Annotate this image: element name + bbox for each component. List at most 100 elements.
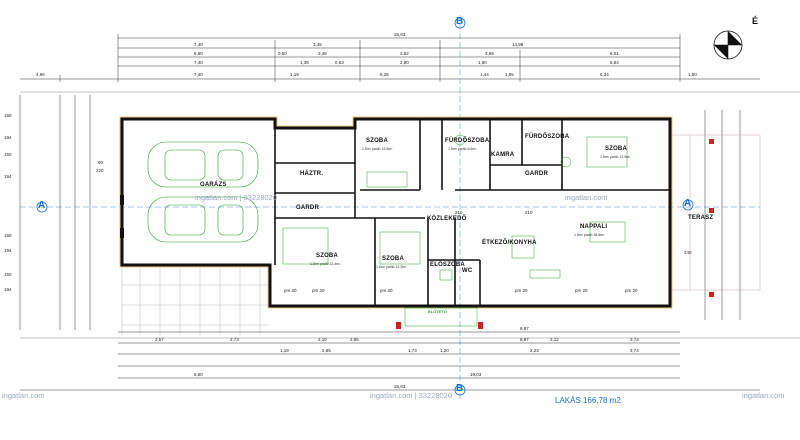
dim-bottom-r3-4: 1,20 [440,348,449,353]
dim-bottom-r3-2: 2,85 [322,348,331,353]
dim-bottom-r2-1: 3,57 [155,337,164,342]
dim-bottom-r2-6: 3,74 [630,337,639,342]
room-terrace-label: TERASZ [688,215,714,221]
room-closet-right-label: GARDR [525,171,548,177]
dim-inner-3: pm 20 [380,288,393,293]
dim-left-6: 194 [4,248,12,253]
dim-bottom-r4-1: 6,80 [194,372,203,377]
canopy-label: ELŐTETŐ [428,309,447,314]
dim-bottom-r2-3: 2,10 [318,337,327,342]
room-pantry-label: KAMRA [491,152,515,158]
room-bedroom-4-sub: 1.8m² padló 13.3m² [376,265,407,269]
dim-top-r4-3: 0,63 [335,60,344,65]
room-bedroom-3-sub: 1.8m² padló 13.4m² [310,262,341,266]
room-closet-left-label: GARDR [296,205,319,211]
room-bedroom-1-label: SZOBA [366,138,388,144]
room-bedroom-right-label: SZOBA [605,146,627,152]
room-garage-label: GARÁZS [200,182,227,188]
room-living-label: NAPPALI [580,224,608,230]
dim-inner-5: pm 20 [575,288,588,293]
floor-plan-drawing [19,15,800,400]
dim-inner-6: pm 20 [625,288,638,293]
dim-left-3: 150 [4,152,12,157]
bottom-dimension-lines [20,331,760,391]
watermark-left-bottom: ingatlan.com [2,391,45,400]
dim-left-4: 194 [4,174,12,179]
dim-bottom-r1-1: 8,97 [520,326,529,331]
dim-top-r5-6: 1,95 [505,72,514,77]
dim-top-r3-3: 3,52 [400,51,409,56]
dim-bottom-r3-1: 1,19 [280,348,289,353]
dim-top-r3-1: 6,50 [194,51,203,56]
watermark-center: ingatlan.com | 33228020 [195,193,278,202]
dim-bottom-r3-5: 2,23 [530,348,539,353]
room-utility-label: HÁZTR. [300,171,324,177]
dim-top-r4-1: 7,40 [194,60,203,65]
room-kitchen-dining-label: ÉTKEZŐ/KONYHA [482,240,537,246]
dim-top-r3-5: 3,69 [485,51,494,56]
axis-b-bottom-label: B [456,383,464,394]
dim-bottom-r3-3: 1,73 [408,348,417,353]
dim-bottom-r3-6: 3,74 [630,348,639,353]
dim-top-r2-1: 7,40 [194,42,203,47]
room-bathroom-1-label: FÜRDŐSZOBA [445,138,490,144]
dim-bottom-r1-2: 8,97 [520,337,529,342]
car-outlines [147,141,259,243]
dim-top-r5-2: 7,40 [194,72,203,77]
dim-bottom-r5-1: 25,83 [394,384,406,389]
insulation-trim [119,116,673,309]
dim-top-r2-3: 14,98 [512,42,524,47]
dim-inner-1: pm 20 [284,288,297,293]
dim-top-r4-6: 6,84 [610,60,619,65]
room-entry-label: ELŐSZOBA [430,262,465,268]
dim-inner-2: pm 20 [312,288,325,293]
dim-left-8: 194 [4,287,12,292]
room-bedroom-3-label: SZOBA [316,253,338,259]
room-living-sub: 1.8m² padló 38.8m² [574,233,605,237]
dim-left-2: 194 [4,135,12,140]
dim-top-r5-5: 1,44 [480,72,489,77]
watermark-right: ingatlan.com [565,193,608,202]
dim-bottom-r2-2: 2,73 [230,337,239,342]
dim-top-r2-2: 3,45 [313,42,322,47]
dim-top-r4-2: 1,36 [300,60,309,65]
dim-top-r3-6: 6,01 [610,51,619,56]
room-bedroom-1-sub: 1.8m² padló 13.5m² [362,147,393,151]
apartment-area-label: LAKÁS 166,78 m2 [555,396,621,405]
terrace [672,134,761,291]
axis-a-left-label: A [38,200,46,211]
dim-inner-4: pm 20 [515,288,528,293]
dim-bottom-r2-5: 3,12 [550,337,559,342]
dim-top-r5-7: 6,34 [600,72,609,77]
watermark-bottom-right: ingatlan.com [742,391,785,400]
room-bedroom-4-label: SZOBA [382,256,404,262]
room-wc-label: WC [462,268,473,274]
dim-inner-9: 240 [684,250,692,255]
dim-inner-11: 90 [98,160,104,165]
left-dimension-lines [19,95,91,330]
dim-top-r3-4: 3,45 [318,51,327,56]
dim-bottom-r2-4: 2,85 [350,337,359,342]
north-label: É [752,16,759,26]
dim-left-1: 150 [4,113,12,118]
dim-top-r3-2: 0,50 [278,51,287,56]
axis-b-top-label: B [456,16,464,27]
dim-left-7: 150 [4,272,12,277]
north-arrow [713,30,743,60]
dim-top-r5-8: 1,50 [688,72,697,77]
dim-bottom-r4-2: 19,03 [470,372,482,377]
dim-inner-7: 210 [455,210,463,215]
red-markers [396,139,714,329]
top-dimension-lines [20,34,760,82]
dim-top-total: 25,83 [394,32,406,37]
dim-inner-8: 210 [525,210,533,215]
exterior-walls [120,117,672,308]
dim-inner-10: 220 [96,168,104,173]
room-hallway-label: KÖZLEKEDŐ [427,216,467,222]
dim-top-r4-5: 1,80 [478,60,487,65]
room-bathroom-1-sub: 1.8m² padló 6.6m² [448,147,477,151]
dim-top-r4-4: 2,80 [400,60,409,65]
dim-left-5: 150 [4,233,12,238]
watermark-center-2: ingatlan.com | 33228020 [370,391,453,400]
axis-a-right-label: A [684,198,692,209]
